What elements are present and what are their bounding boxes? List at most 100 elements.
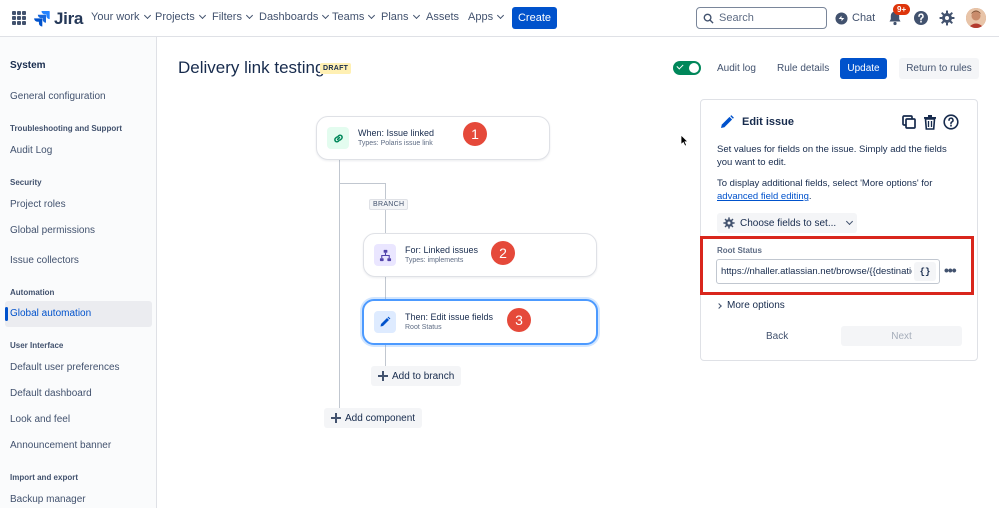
back-button[interactable]: Back	[766, 331, 788, 342]
gear-icon[interactable]	[939, 10, 955, 26]
action-node[interactable]	[362, 299, 598, 345]
help-icon[interactable]	[913, 10, 929, 26]
nav-your-work[interactable]: Your work	[91, 11, 151, 23]
jira-logo[interactable]: Jira	[34, 9, 83, 29]
status-badge: DRAFT	[320, 63, 352, 74]
search-input[interactable]	[719, 12, 814, 24]
sidebar-section-import-export: Import and export	[10, 473, 79, 482]
panel-description-line-2: you want to edit.	[717, 157, 787, 168]
advanced-field-editing-link[interactable]: advanced field editing	[717, 191, 809, 202]
sidebar	[0, 37, 157, 508]
sidebar-item-announcement-banner[interactable]: Announcement banner	[10, 440, 111, 451]
sidebar-section-automation: Automation	[10, 288, 55, 297]
sidebar-item-global-automation[interactable]: Global automation	[10, 308, 91, 319]
annotation-highlight-box	[700, 236, 974, 295]
action-subtitle: Root Status	[405, 324, 442, 331]
search-box[interactable]	[696, 7, 827, 29]
chevron-down-icon	[198, 11, 206, 20]
chat-icon	[835, 11, 848, 25]
duplicate-icon[interactable]	[901, 114, 917, 130]
top-navigation: Jira Your work Projects Filters Dashboar…	[0, 0, 999, 37]
trigger-subtitle: Types: Polaris issue link	[358, 140, 433, 147]
panel-description-line-1: Set values for fields on the issue. Simp…	[717, 144, 947, 155]
help-circle-icon[interactable]	[943, 114, 959, 130]
cursor-icon	[680, 134, 689, 147]
branch-hierarchy-icon	[374, 244, 396, 266]
add-component-button[interactable]: Add component	[324, 408, 423, 428]
create-button[interactable]: Create	[512, 7, 557, 29]
branch-node[interactable]	[363, 233, 597, 277]
check-icon	[676, 62, 684, 70]
more-options-toggle[interactable]: More options	[716, 300, 785, 311]
sidebar-item-audit-log[interactable]: Audit Log	[10, 145, 52, 156]
nav-assets[interactable]: Assets	[426, 11, 459, 23]
plus-icon	[378, 371, 388, 381]
next-button[interactable]: Next	[841, 326, 962, 346]
plus-icon	[331, 413, 341, 423]
sidebar-section-troubleshooting: Troubleshooting and Support	[10, 124, 122, 133]
choose-fields-dropdown[interactable]: Choose fields to set...	[717, 213, 857, 233]
chevron-down-icon	[412, 11, 420, 20]
pencil-icon	[374, 311, 396, 333]
audit-log-button[interactable]: Audit log	[717, 63, 756, 74]
nav-teams[interactable]: Teams	[332, 11, 376, 23]
sidebar-active-indicator	[5, 307, 8, 321]
avatar-image	[966, 8, 986, 28]
sidebar-section-security: Security	[10, 178, 42, 187]
branch-subtitle: Types: implements	[405, 257, 464, 264]
chevron-down-icon	[245, 11, 253, 20]
nav-filters[interactable]: Filters	[212, 11, 253, 23]
rule-connector-main	[339, 160, 340, 412]
sidebar-item-default-user-preferences[interactable]: Default user preferences	[10, 362, 120, 373]
branch-tag: BRANCH	[369, 199, 409, 210]
link-icon	[327, 127, 349, 149]
panel-title: Edit issue	[742, 116, 794, 128]
rule-details-button[interactable]: Rule details	[777, 63, 829, 74]
chevron-right-icon	[716, 302, 722, 309]
sidebar-item-backup-manager[interactable]: Backup manager	[10, 494, 86, 505]
chevron-down-icon	[368, 11, 376, 20]
edit-pencil-icon	[721, 115, 734, 128]
toggle-knob	[689, 63, 699, 73]
nav-plans[interactable]: Plans	[381, 11, 420, 23]
nav-apps[interactable]: Apps	[468, 11, 505, 23]
chevron-down-icon	[322, 11, 330, 20]
annotation-badge-2: 2	[491, 241, 515, 265]
nav-dashboards[interactable]: Dashboards	[259, 11, 330, 23]
jira-logo-icon	[34, 11, 50, 27]
panel-info-line-2: advanced field editing.	[717, 191, 812, 202]
gear-icon	[723, 217, 735, 229]
branch-connector-top	[339, 183, 385, 184]
page-title: Delivery link testing	[178, 58, 325, 77]
chevron-down-icon	[497, 11, 505, 20]
return-to-rules-button[interactable]: Return to rules	[899, 58, 979, 79]
sidebar-title: System	[10, 60, 46, 71]
trigger-node[interactable]	[316, 116, 550, 160]
rule-enabled-toggle[interactable]	[673, 61, 701, 75]
delete-trash-icon[interactable]	[922, 114, 938, 130]
action-title: Then: Edit issue fields	[405, 312, 494, 322]
notification-badge: 9+	[893, 4, 911, 15]
sidebar-item-global-permissions[interactable]: Global permissions	[10, 225, 95, 236]
sidebar-item-project-roles[interactable]: Project roles	[10, 199, 66, 210]
sidebar-item-issue-collectors[interactable]: Issue collectors	[10, 255, 79, 266]
trigger-title: When: Issue linked	[358, 128, 435, 138]
avatar[interactable]	[966, 8, 986, 28]
chevron-down-icon	[143, 11, 151, 20]
nav-projects[interactable]: Projects	[155, 11, 206, 23]
chat-button[interactable]: Chat	[835, 9, 875, 27]
branch-title: For: Linked issues	[405, 245, 479, 255]
panel-info-line-1: To display additional fields, select 'Mo…	[717, 178, 933, 189]
sidebar-item-default-dashboard[interactable]: Default dashboard	[10, 388, 92, 399]
search-icon	[703, 13, 714, 24]
sidebar-item-look-and-feel[interactable]: Look and feel	[10, 414, 70, 425]
update-button[interactable]: Update	[840, 58, 887, 79]
sidebar-item-general-configuration[interactable]: General configuration	[10, 91, 106, 102]
annotation-badge-3: 3	[507, 308, 531, 332]
jira-logo-text: Jira	[54, 9, 84, 28]
add-to-branch-button[interactable]: Add to branch	[371, 366, 462, 386]
annotation-badge-1: 1	[463, 122, 487, 146]
apps-grid-icon[interactable]	[12, 11, 26, 25]
chevron-down-icon	[846, 217, 854, 226]
sidebar-section-user-interface: User Interface	[10, 341, 64, 350]
